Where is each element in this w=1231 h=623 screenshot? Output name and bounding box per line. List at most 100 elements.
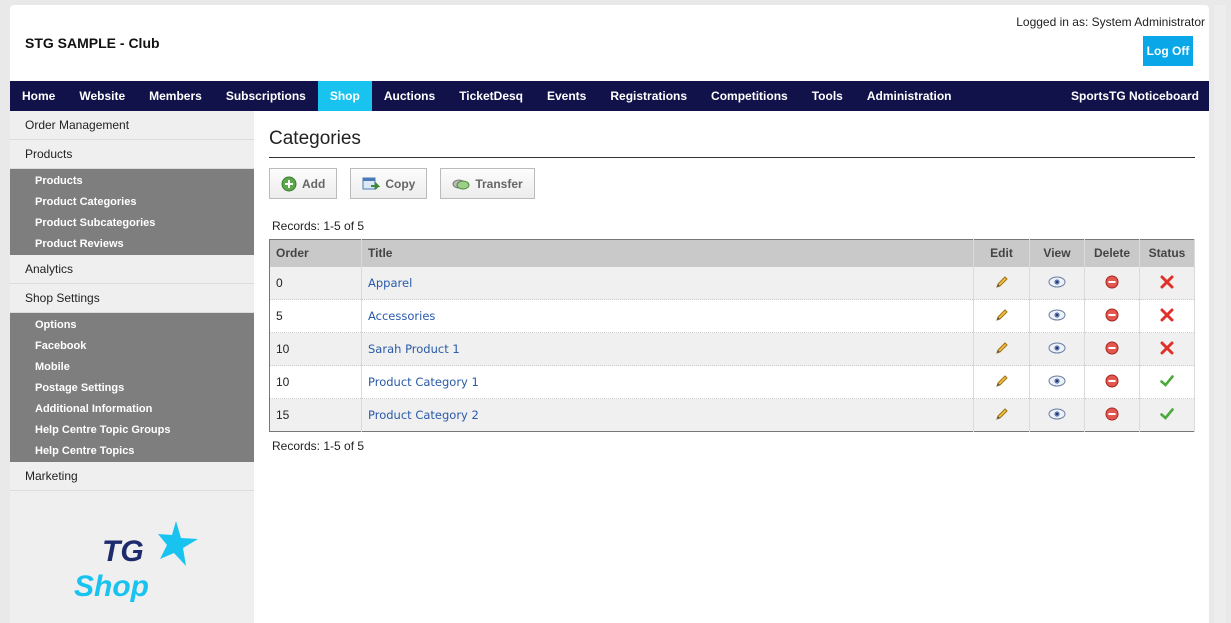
column-status: Status (1139, 239, 1195, 267)
table-body: 0 Apparel 5 Accessories 10 Sarah Product 1 10 P… (269, 266, 1195, 432)
cell-edit (973, 332, 1030, 366)
nav-registrations[interactable]: Registrations (598, 81, 699, 111)
inactive-cross-icon[interactable] (1160, 308, 1174, 325)
edit-pencil-icon[interactable] (994, 274, 1010, 293)
cell-status (1139, 365, 1195, 399)
cell-delete (1084, 398, 1140, 432)
cell-title: Accessories (361, 299, 974, 333)
sidebar-item-postage-settings[interactable]: Postage Settings (10, 378, 254, 399)
logo-star-icon (158, 521, 198, 566)
delete-icon[interactable] (1105, 374, 1119, 391)
transfer-button-label: Transfer (475, 176, 523, 191)
cell-title: Product Category 2 (361, 398, 974, 432)
sidebar-item-product-subcategories[interactable]: Product Subcategories (10, 213, 254, 234)
sidebar-item-facebook[interactable]: Facebook (10, 336, 254, 357)
log-off-button[interactable]: Log Off (1143, 36, 1193, 66)
edit-pencil-icon[interactable] (994, 373, 1010, 392)
column-delete: Delete (1084, 239, 1140, 267)
main-content: Categories Add Copy Transfer Records: 1-… (269, 111, 1195, 453)
table-row: 10 Sarah Product 1 (269, 332, 1195, 366)
delete-icon[interactable] (1105, 341, 1119, 358)
table-row: 0 Apparel (269, 266, 1195, 300)
sidebar-item-help-centre-topics[interactable]: Help Centre Topics (10, 441, 254, 462)
column-view: View (1029, 239, 1085, 267)
cell-order: 15 (269, 398, 362, 432)
copy-button-label: Copy (385, 176, 416, 191)
add-button[interactable]: Add (269, 168, 338, 199)
category-title-link[interactable]: Accessories (368, 309, 435, 323)
category-title-link[interactable]: Apparel (368, 276, 412, 290)
logo-tg-text: TG (102, 535, 144, 568)
page-title: Categories (269, 128, 1195, 158)
cell-order: 0 (269, 266, 362, 300)
nav-administration[interactable]: Administration (855, 81, 964, 111)
nav-auctions[interactable]: Auctions (372, 81, 447, 111)
nav-home[interactable]: Home (10, 81, 67, 111)
cell-view (1029, 365, 1085, 399)
inactive-cross-icon[interactable] (1160, 341, 1174, 358)
sidebar-item-products[interactable]: Products (10, 171, 254, 192)
toolbar: Add Copy Transfer (269, 168, 1195, 199)
edit-pencil-icon[interactable] (994, 406, 1010, 425)
cell-delete (1084, 266, 1140, 300)
column-title[interactable]: Title (361, 239, 974, 267)
cell-delete (1084, 299, 1140, 333)
edit-pencil-icon[interactable] (994, 340, 1010, 359)
copy-icon (362, 177, 381, 190)
cell-edit (973, 365, 1030, 399)
delete-icon[interactable] (1105, 275, 1119, 292)
sidebar-marketing[interactable]: Marketing (10, 462, 254, 491)
cell-view (1029, 266, 1085, 300)
nav-competitions[interactable]: Competitions (699, 81, 800, 111)
column-edit: Edit (973, 239, 1030, 267)
view-eye-icon[interactable] (1048, 408, 1066, 423)
cell-status (1139, 299, 1195, 333)
nav-shop[interactable]: Shop (317, 81, 372, 111)
nav-subscriptions[interactable]: Subscriptions (214, 81, 318, 111)
view-eye-icon[interactable] (1048, 276, 1066, 291)
nav-members[interactable]: Members (137, 81, 214, 111)
club-title: STG SAMPLE - Club (25, 35, 160, 51)
nav-tools[interactable]: Tools (800, 81, 855, 111)
sidebar-item-options[interactable]: Options (10, 315, 254, 336)
sidebar-item-help-centre-topic-groups[interactable]: Help Centre Topic Groups (10, 420, 254, 441)
delete-icon[interactable] (1105, 407, 1119, 424)
page-scrollbar[interactable] (1214, 5, 1226, 623)
view-eye-icon[interactable] (1048, 375, 1066, 390)
category-title-link[interactable]: Product Category 2 (368, 408, 479, 422)
top-navigation: Home Website Members Subscriptions Shop … (10, 81, 1209, 111)
sidebar-analytics[interactable]: Analytics (10, 255, 254, 284)
sidebar: Order Management Products Products Produ… (10, 111, 254, 623)
active-check-icon[interactable] (1160, 374, 1174, 391)
nav-website[interactable]: Website (67, 81, 137, 111)
nav-ticketdesq[interactable]: TicketDesq (447, 81, 535, 111)
cell-status (1139, 398, 1195, 432)
view-eye-icon[interactable] (1048, 342, 1066, 357)
active-check-icon[interactable] (1160, 407, 1174, 424)
transfer-button[interactable]: Transfer (440, 168, 535, 199)
sidebar-order-management[interactable]: Order Management (10, 111, 254, 140)
cell-view (1029, 332, 1085, 366)
sidebar-item-product-categories[interactable]: Product Categories (10, 192, 254, 213)
column-order[interactable]: Order (269, 239, 362, 267)
category-title-link[interactable]: Product Category 1 (368, 375, 479, 389)
cell-view (1029, 299, 1085, 333)
table-row: 5 Accessories (269, 299, 1195, 333)
copy-button[interactable]: Copy (350, 168, 428, 199)
nav-events[interactable]: Events (535, 81, 598, 111)
sidebar-item-product-reviews[interactable]: Product Reviews (10, 234, 254, 255)
cell-edit (973, 299, 1030, 333)
cell-title: Sarah Product 1 (361, 332, 974, 366)
nav-noticeboard[interactable]: SportsTG Noticeboard (1059, 81, 1209, 111)
sidebar-shop-settings[interactable]: Shop Settings (10, 284, 254, 313)
sidebar-item-mobile[interactable]: Mobile (10, 357, 254, 378)
view-eye-icon[interactable] (1048, 309, 1066, 324)
cell-status (1139, 332, 1195, 366)
sidebar-item-additional-information[interactable]: Additional Information (10, 399, 254, 420)
edit-pencil-icon[interactable] (994, 307, 1010, 326)
inactive-cross-icon[interactable] (1160, 275, 1174, 292)
delete-icon[interactable] (1105, 308, 1119, 325)
sidebar-products[interactable]: Products (10, 140, 254, 169)
cell-delete (1084, 365, 1140, 399)
category-title-link[interactable]: Sarah Product 1 (368, 342, 460, 356)
